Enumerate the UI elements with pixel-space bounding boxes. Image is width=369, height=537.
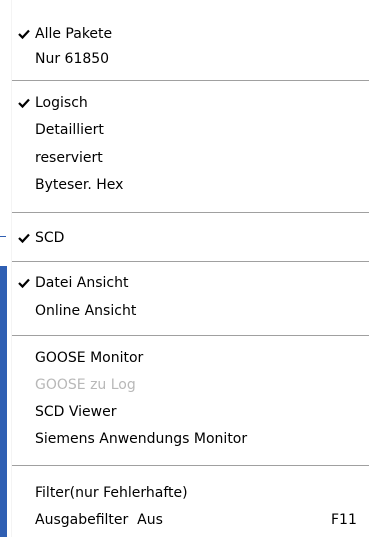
checkmark-icon	[18, 278, 30, 289]
menu-item-label: Logisch	[35, 95, 88, 111]
menu-item-online-ansicht[interactable]: Online Ansicht	[12, 297, 368, 326]
menu-item-logisch[interactable]: Logisch	[12, 89, 368, 118]
menu-item-shortcut: F11	[331, 512, 357, 528]
context-menu: Alle Pakete Nur 61850 Logisch Detaillier…	[11, 0, 369, 537]
menu-item-label: Nur 61850	[35, 51, 110, 67]
background-window-tick	[0, 236, 6, 237]
menu-item-label: GOOSE Monitor	[35, 350, 144, 366]
menu-separator	[12, 335, 369, 337]
menu-item-label: Datei Ansicht	[35, 275, 129, 291]
menu-item-label: Byteser. Hex	[35, 177, 124, 193]
menu-item-label: SCD Viewer	[35, 404, 117, 420]
menu-item-label: GOOSE zu Log	[35, 377, 136, 393]
menu-item-nur-61850[interactable]: Nur 61850	[12, 45, 368, 74]
menu-separator	[12, 212, 369, 214]
checkmark-icon	[18, 98, 30, 109]
menu-item-label: SCD	[35, 230, 65, 246]
menu-item-siemens-anwendungs-monitor[interactable]: Siemens Anwendungs Monitor	[12, 425, 368, 454]
menu-item-label: Siemens Anwendungs Monitor	[35, 431, 248, 447]
menu-item-label: reserviert	[35, 150, 103, 166]
menu-item-goose-zu-log: GOOSE zu Log	[12, 371, 368, 400]
background-window-blue-edge	[0, 266, 7, 537]
menu-item-scd[interactable]: SCD	[12, 224, 368, 253]
menu-item-filter-nur-fehlerhafte[interactable]: Filter(nur Fehlerhafte)	[12, 479, 368, 508]
menu-item-detailliert[interactable]: Detailliert	[12, 116, 368, 145]
menu-item-datei-ansicht[interactable]: Datei Ansicht	[12, 269, 368, 298]
menu-item-label: Online Ansicht	[35, 303, 137, 319]
menu-item-label: Ausgabefilter Aus	[35, 512, 163, 528]
menu-item-label: Detailliert	[35, 122, 104, 138]
menu-item-label: Filter(nur Fehlerhafte)	[35, 485, 188, 501]
menu-item-ausgabefilter[interactable]: Ausgabefilter Aus F11	[12, 506, 368, 535]
menu-item-reserviert[interactable]: reserviert	[12, 144, 368, 173]
menu-item-scd-viewer[interactable]: SCD Viewer	[12, 398, 368, 427]
menu-separator	[12, 80, 369, 82]
checkmark-icon	[18, 29, 30, 40]
menu-separator	[12, 465, 369, 467]
checkmark-icon	[18, 233, 30, 244]
menu-item-goose-monitor[interactable]: GOOSE Monitor	[12, 344, 368, 373]
menu-separator	[12, 261, 369, 263]
menu-item-byteser-hex[interactable]: Byteser. Hex	[12, 171, 368, 200]
